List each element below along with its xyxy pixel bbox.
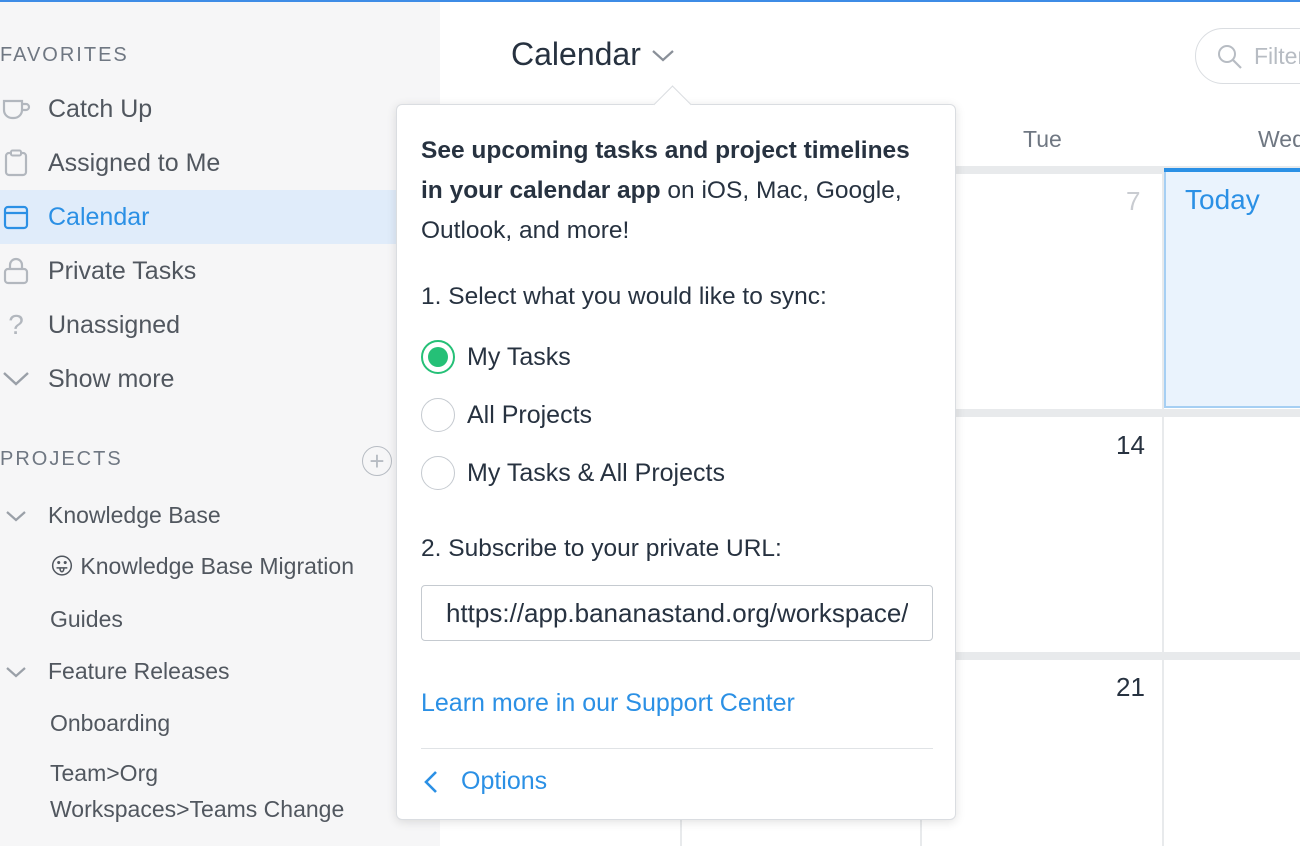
sync-description: See upcoming tasks and project timelines… — [421, 131, 921, 251]
filter-input[interactable]: Filter — [1195, 28, 1300, 84]
lock-icon — [0, 256, 32, 286]
coffee-cup-icon — [0, 94, 32, 124]
plus-icon: + — [369, 446, 385, 476]
project-feature-releases[interactable]: Feature Releases — [48, 658, 230, 685]
calendar-icon — [0, 202, 32, 232]
sidebar-item-label: Show more — [48, 364, 175, 393]
clipboard-icon — [0, 148, 32, 178]
project-team-org[interactable]: Team>Org — [50, 760, 158, 787]
question-icon: ? — [8, 309, 24, 340]
popover-divider — [421, 748, 933, 749]
sidebar-item-calendar[interactable]: Calendar — [0, 190, 440, 244]
sync-option-my-tasks-all-projects[interactable]: My Tasks & All Projects — [421, 455, 725, 491]
sidebar-item-unassigned[interactable]: ? Unassigned — [0, 298, 440, 352]
sidebar-item-catch-up[interactable]: Catch Up — [0, 82, 440, 136]
private-url-field[interactable] — [421, 585, 933, 641]
step-2-label: 2. Subscribe to your private URL: — [421, 535, 782, 562]
day-header-tue: Tue — [1023, 126, 1062, 152]
radio-label: My Tasks — [467, 342, 571, 371]
options-link[interactable]: Options — [421, 767, 547, 796]
view-switcher[interactable]: Calendar — [511, 36, 675, 73]
chevron-down-icon — [652, 49, 674, 61]
date-number: 14 — [1116, 430, 1145, 460]
chevron-down-icon — [0, 364, 32, 394]
sidebar-item-assigned-to-me[interactable]: Assigned to Me — [0, 136, 440, 190]
support-center-link[interactable]: Learn more in our Support Center — [421, 689, 795, 718]
sidebar-item-private-tasks[interactable]: Private Tasks — [0, 244, 440, 298]
project-workspaces-teams-change[interactable]: Workspaces>Teams Change — [50, 796, 344, 823]
popover-arrow — [653, 85, 692, 124]
add-project-button[interactable]: + — [362, 446, 392, 476]
project-guides[interactable]: Guides — [50, 606, 123, 633]
day-header-wed: Wed — [1258, 126, 1300, 152]
sidebar: FAVORITES Catch Up Assigned to Me Calend… — [0, 2, 440, 846]
sidebar-item-label: Calendar — [48, 202, 150, 231]
date-number: 21 — [1116, 672, 1145, 702]
radio-label: All Projects — [467, 400, 593, 429]
emoji-icon: 😛 — [50, 553, 74, 579]
radio-label: My Tasks & All Projects — [467, 458, 725, 487]
sync-option-my-tasks[interactable]: My Tasks — [421, 339, 571, 375]
step-1-label: 1. Select what you would like to sync: — [421, 283, 827, 310]
radio-unchecked[interactable] — [421, 456, 455, 490]
page-title: Calendar — [511, 36, 641, 72]
radio-unchecked[interactable] — [421, 398, 455, 432]
sidebar-item-label: Private Tasks — [48, 256, 197, 285]
chevron-down-icon[interactable] — [4, 660, 28, 684]
calendar-sync-popover: See upcoming tasks and project timelines… — [396, 85, 956, 820]
sidebar-item-show-more[interactable]: Show more — [0, 352, 440, 406]
filter-placeholder: Filter — [1254, 43, 1300, 69]
favorites-section-title: FAVORITES — [0, 44, 129, 66]
options-label: Options — [461, 767, 548, 795]
sidebar-item-label: Assigned to Me — [48, 148, 221, 177]
project-knowledge-base[interactable]: Knowledge Base — [48, 502, 221, 529]
projects-section-title: PROJECTS — [0, 448, 123, 470]
date-number: 7 — [1126, 186, 1141, 216]
search-icon — [1218, 45, 1242, 69]
project-knowledge-base-migration[interactable]: 😛 Knowledge Base Migration — [50, 553, 354, 580]
sidebar-item-label: Catch Up — [48, 94, 153, 123]
sync-option-all-projects[interactable]: All Projects — [421, 397, 592, 433]
sidebar-item-label: Unassigned — [48, 310, 181, 339]
project-label: Knowledge Base Migration — [80, 553, 354, 579]
radio-checked[interactable] — [421, 340, 455, 374]
chevron-down-icon[interactable] — [4, 504, 28, 528]
project-onboarding[interactable]: Onboarding — [50, 710, 170, 737]
chevron-left-icon — [424, 770, 437, 793]
today-label: Today — [1185, 184, 1260, 215]
